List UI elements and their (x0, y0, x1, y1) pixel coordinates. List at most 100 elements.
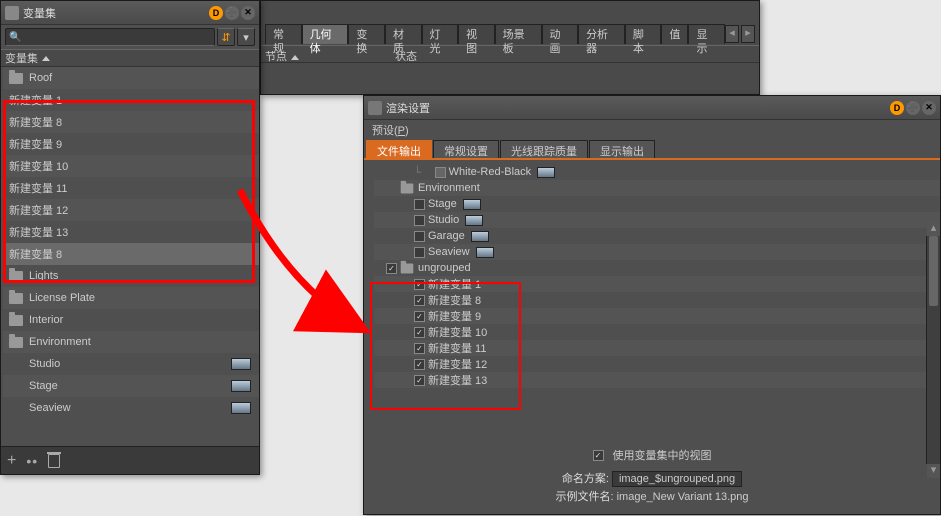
tree-item-row[interactable]: Seaview (374, 244, 940, 260)
properties-panel: 常规几何体变换材质灯光视图场景板动画分析器脚本值显示◂▸ 节点 状态 (260, 0, 760, 95)
scrollbar[interactable]: ▴ ▾ (926, 236, 940, 464)
folder-icon (9, 73, 23, 84)
expand-icon[interactable]: ➕ (906, 101, 920, 115)
render-tab-2[interactable]: 光线跟踪质量 (500, 140, 588, 158)
tab-10[interactable]: 值 (661, 24, 688, 44)
folder-icon (401, 263, 414, 273)
folder-icon (9, 337, 23, 348)
tab-9[interactable]: 脚本 (625, 24, 662, 44)
label: Studio (428, 214, 459, 226)
variant-row[interactable]: 新建变量 1 (3, 89, 259, 111)
hierarchy-button[interactable]: ⇵ (217, 28, 235, 46)
tab-5[interactable]: 视图 (458, 24, 495, 44)
use-view-checkbox[interactable] (593, 450, 604, 461)
sub-item-row[interactable]: Studio (3, 353, 259, 375)
tree-item-row[interactable]: 新建变量 11 (374, 340, 940, 356)
d-icon[interactable]: D (209, 6, 223, 20)
tree-item-row[interactable]: Stage (374, 196, 940, 212)
tab-next-button[interactable]: ▸ (741, 25, 755, 43)
naming-value[interactable]: image_$ungrouped.png (612, 471, 742, 487)
folder-row[interactable]: Lights (3, 265, 259, 287)
title-buttons: D ➕ ✕ (890, 101, 936, 115)
checkbox[interactable] (414, 375, 425, 386)
duplicate-button[interactable]: •• (26, 453, 38, 469)
panel-title-bar: 渲染设置 D ➕ ✕ (364, 96, 940, 120)
close-icon[interactable]: ✕ (241, 6, 255, 20)
tab-4[interactable]: 灯光 (422, 24, 459, 44)
variant-row[interactable]: 新建变量 11 (3, 177, 259, 199)
tree-folder-row[interactable]: ungrouped (374, 260, 940, 276)
scroll-thumb[interactable] (929, 236, 938, 306)
tab-3[interactable]: 材质 (385, 24, 422, 44)
label: Studio (29, 358, 60, 370)
label: 新建变量 10 (9, 158, 68, 174)
tree-folder-row[interactable]: Environment (374, 180, 940, 196)
tree-item-row[interactable]: 新建变量 10 (374, 324, 940, 340)
tree-item-row[interactable]: └ White-Red-Black (374, 164, 940, 180)
tab-8[interactable]: 分析器 (578, 24, 625, 44)
checkbox[interactable] (414, 359, 425, 370)
checkbox[interactable] (414, 199, 425, 210)
checkbox[interactable] (414, 215, 425, 226)
render-tab-0[interactable]: 文件输出 (366, 140, 432, 158)
tab-2[interactable]: 变换 (348, 24, 385, 44)
tab-7[interactable]: 动画 (542, 24, 579, 44)
variant-row[interactable]: 新建变量 13 (3, 221, 259, 243)
tree-item-row[interactable]: Garage (374, 228, 940, 244)
variant-row[interactable]: 新建变量 8 (3, 243, 259, 265)
checkbox[interactable] (414, 231, 425, 242)
checkbox[interactable] (414, 295, 425, 306)
expand-icon[interactable]: ➕ (225, 6, 239, 20)
folder-row[interactable]: Interior (3, 309, 259, 331)
folder-row[interactable]: Roof (3, 67, 259, 89)
label: 新建变量 13 (9, 224, 68, 240)
tab-prev-button[interactable]: ◂ (725, 25, 739, 43)
checkbox[interactable] (414, 247, 425, 258)
tab-1[interactable]: 几何体 (302, 24, 349, 44)
checkbox[interactable] (414, 311, 425, 322)
variant-row[interactable]: 新建变量 9 (3, 133, 259, 155)
folder-row[interactable]: License Plate (3, 287, 259, 309)
tree-item-row[interactable]: 新建变量 12 (374, 356, 940, 372)
d-icon[interactable]: D (890, 101, 904, 115)
tab-6[interactable]: 场景板 (495, 24, 542, 44)
search-row: 🔍 ⇵ ▾ (1, 25, 259, 49)
panel-title: 变量集 (23, 5, 209, 21)
preset-menu[interactable]: 预设(P) (364, 120, 940, 140)
tree-item-row[interactable]: Studio (374, 212, 940, 228)
tab-0[interactable]: 常规 (265, 24, 302, 44)
tree-item-row[interactable]: 新建变量 13 (374, 372, 940, 388)
folder-icon (9, 293, 23, 304)
tree-item-row[interactable]: 新建变量 1 (374, 276, 940, 292)
thumbnail (231, 358, 251, 370)
scroll-down-icon[interactable]: ▾ (927, 464, 940, 478)
render-tab-1[interactable]: 常规设置 (433, 140, 499, 158)
search-input[interactable]: 🔍 (5, 28, 215, 46)
col-node[interactable]: 节点 (261, 46, 391, 62)
sub-item-row[interactable]: Stage (3, 375, 259, 397)
checkbox[interactable] (414, 327, 425, 338)
sub-item-row[interactable]: Seaview (3, 397, 259, 419)
checkbox[interactable] (414, 279, 425, 290)
tab-11[interactable]: 显示 (688, 24, 725, 44)
thumbnail (537, 167, 555, 178)
label: License Plate (29, 292, 95, 304)
panel-title: 渲染设置 (386, 100, 890, 116)
col-state[interactable]: 状态 (391, 46, 421, 62)
variant-row[interactable]: 新建变量 8 (3, 111, 259, 133)
folder-row[interactable]: Environment (3, 331, 259, 353)
checkbox[interactable] (386, 263, 397, 274)
variant-row[interactable]: 新建变量 10 (3, 155, 259, 177)
tree-item-row[interactable]: 新建变量 9 (374, 308, 940, 324)
tree-item-row[interactable]: 新建变量 8 (374, 292, 940, 308)
tree-header[interactable]: 变量集 (1, 49, 259, 67)
delete-button[interactable] (48, 454, 60, 468)
variant-row[interactable]: 新建变量 12 (3, 199, 259, 221)
label: 新建变量 12 (9, 202, 68, 218)
add-button[interactable]: + (7, 452, 16, 470)
checkbox[interactable] (414, 343, 425, 354)
render-tab-3[interactable]: 显示输出 (589, 140, 655, 158)
filter-button[interactable]: ▾ (237, 28, 255, 46)
scroll-up-icon[interactable]: ▴ (927, 222, 940, 236)
close-icon[interactable]: ✕ (922, 101, 936, 115)
